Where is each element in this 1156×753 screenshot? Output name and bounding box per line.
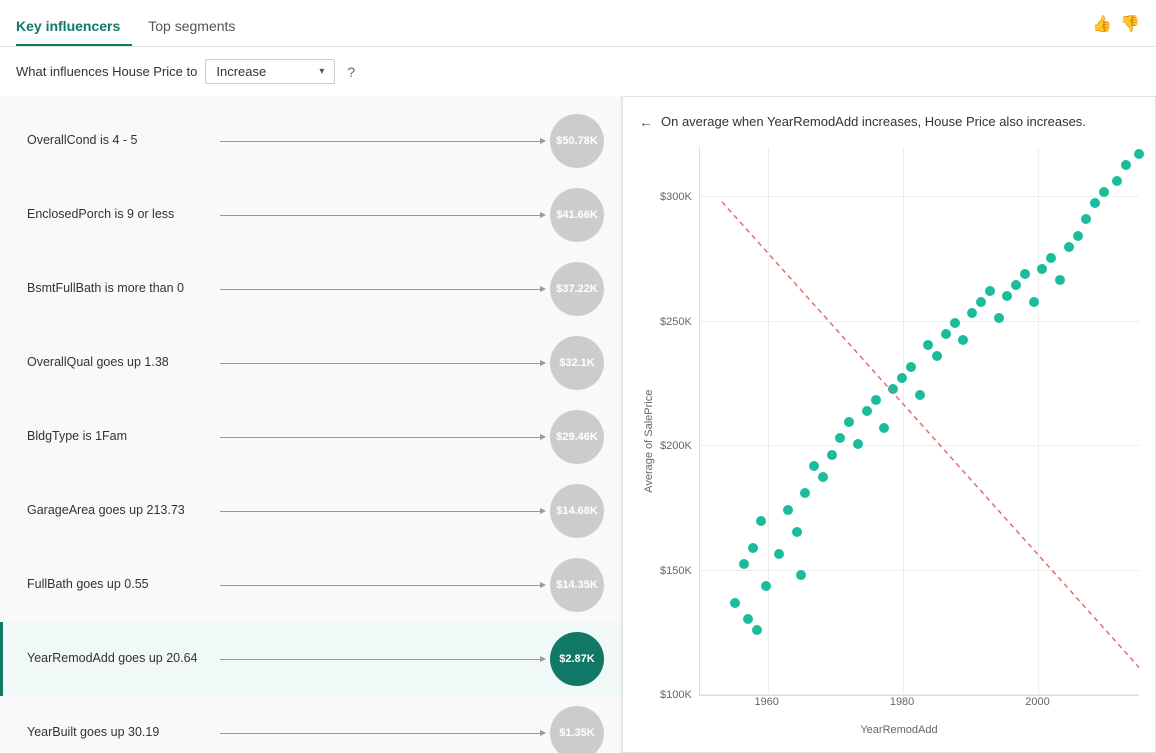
back-arrow-icon[interactable]: ← [639,114,653,130]
influencer-line [220,585,542,586]
influencer-row-bldgtype[interactable]: BldgType is 1Fam $29.46K [0,400,620,474]
chart-inner: $300K$250K$200K$150K$100K 196019802000 Y… [659,147,1139,736]
influencer-line [220,363,542,364]
x-axis-tick: 2000 [1025,696,1049,708]
chart-header: ← On average when YearRemodAdd increases… [639,113,1139,131]
thumbs-down-icon[interactable]: 👎 [1120,14,1140,34]
trend-line-svg [700,147,1139,695]
influence-dropdown[interactable]: Increase ▾ [205,59,335,84]
influencer-bubble: $41.66K [550,188,604,242]
tab-bar: Key influencers Top segments 👍 👎 [0,0,1156,47]
x-axis-tick: 1960 [754,696,778,708]
influencer-line [220,659,542,660]
influencer-line [220,511,542,512]
influencer-label: FullBath goes up 0.55 [27,576,212,594]
influencer-row-bsmtfullbath[interactable]: BsmtFullBath is more than 0 $37.22K [0,252,620,326]
influencer-label: BsmtFullBath is more than 0 [27,280,212,298]
influencer-row-yearbuilt[interactable]: YearBuilt goes up 30.19 $1.35K [0,696,620,753]
influencer-label: YearBuilt goes up 30.19 [27,724,212,742]
x-axis: 1960 1980 2000 [699,696,1139,720]
tab-icons: 👍 👎 [1092,14,1140,42]
influencer-line [220,437,542,438]
influencer-bubble: $1.35K [550,706,604,753]
influencer-label: YearRemodAdd goes up 20.64 [27,650,212,668]
tab-key-influencers[interactable]: Key influencers [16,10,132,46]
influencer-line [220,141,542,142]
y-axis-tick: $250K [660,316,692,328]
y-axis-label: Average of SalePrice [639,147,655,736]
toolbar-prefix: What influences House Price to [16,64,197,79]
influencer-bubble: $32.1K [550,336,604,390]
chevron-down-icon: ▾ [319,66,324,77]
influencer-line [220,733,542,734]
tab-top-segments[interactable]: Top segments [148,10,247,46]
x-axis-tick: 1980 [890,696,914,708]
influencer-row-overallcond[interactable]: OverallCond is 4 - 5 $50.78K [0,104,620,178]
y-axis-tick: $200K [660,440,692,452]
influencers-list: OverallCond is 4 - 5 $50.78K EnclosedPorch… [0,96,620,753]
detail-chart: ← On average when YearRemodAdd increases… [622,96,1156,753]
influencer-row-fullbath[interactable]: FullBath goes up 0.55 $14.35K [0,548,620,622]
influencer-label: EnclosedPorch is 9 or less [27,206,212,224]
main-content: OverallCond is 4 - 5 $50.78K EnclosedPorch… [0,96,1156,753]
influencer-label: GarageArea goes up 213.73 [27,502,212,520]
y-axis-tick: $300K [660,191,692,203]
influencer-line [220,215,542,216]
chart-area: Average of SalePrice $300K$250K$200K$150… [639,147,1139,736]
influencer-row-overallqual[interactable]: OverallQual goes up 1.38 $32.1K [0,326,620,400]
influencer-label: OverallQual goes up 1.38 [27,354,212,372]
y-axis-tick: $100K [660,689,692,701]
toolbar: What influences House Price to Increase … [0,47,1156,96]
influencer-bubble: $14.35K [550,558,604,612]
help-icon[interactable]: ? [347,64,355,80]
influencer-row-garagearea[interactable]: GarageArea goes up 213.73 $14.68K [0,474,620,548]
influencer-bubble: $50.78K [550,114,604,168]
influencer-row-enclosedporch[interactable]: EnclosedPorch is 9 or less $41.66K [0,178,620,252]
chart-description: On average when YearRemodAdd increases, … [661,113,1139,131]
y-axis-tick: $150K [660,565,692,577]
influencer-bubble: $2.87K [550,632,604,686]
thumbs-up-icon[interactable]: 👍 [1092,14,1112,34]
chart-plot: $300K$250K$200K$150K$100K [699,147,1139,696]
influencer-label: OverallCond is 4 - 5 [27,132,212,150]
influencer-bubble: $14.68K [550,484,604,538]
influencer-line [220,289,542,290]
x-axis-label: YearRemodAdd [659,724,1139,736]
influencer-row-yearremodadd[interactable]: YearRemodAdd goes up 20.64 $2.87K [0,622,620,696]
influencer-bubble: $37.22K [550,262,604,316]
influencer-label: BldgType is 1Fam [27,428,212,446]
influencer-bubble: $29.46K [550,410,604,464]
dropdown-value: Increase [216,64,266,79]
